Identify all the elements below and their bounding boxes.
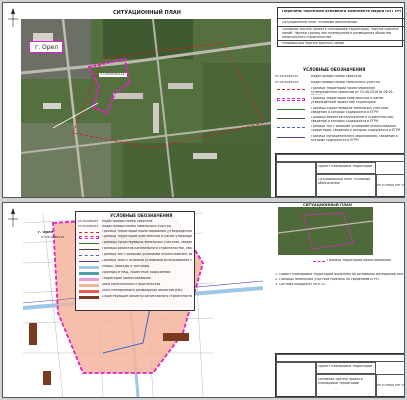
drawing-sheet-situational-plan: г. Орел 57:25:0030214: СИТУАЦИОННЫЙ ПЛАН… — [2, 2, 405, 198]
drawing-sheet-main-plan: 57:25:0030214 г. Орел УСЛОВНЫЕ ОБОЗНАЧЕН… — [2, 202, 405, 398]
legend-symbol — [277, 127, 305, 128]
legend-label: Зона капитального строительства — [102, 283, 161, 286]
sheet-title: СИТУАЦИОННЫЙ ПЛАН — [113, 10, 181, 16]
north-arrow-icon — [8, 8, 18, 27]
legend-label: Кадастровый номер земельного участка — [311, 81, 380, 84]
legend-symbol — [277, 98, 305, 101]
note: 1. Проект планировки территории выполнен… — [275, 273, 403, 276]
plot-number-label: 57:25:0030214: — [99, 73, 127, 77]
stamp-sheet-name: Основной чертеж проекта планировки терри… — [318, 378, 363, 385]
legend-label: Зона планируемого размещения объектов ИЖ… — [102, 289, 184, 292]
list-item: Ситуационный план. Условные обозначения — [282, 21, 357, 24]
legend-symbol — [79, 261, 99, 262]
title-block-stamp: Проект планировки территории Ситуационны… — [275, 153, 405, 197]
stamp-code: ПП ОЧ ЭМКИ ППТ ОЧ — [377, 384, 405, 387]
legend-label: Улицы, проезды и тротуары — [102, 265, 150, 268]
legend-label: Кадастровый номер квартала — [311, 75, 362, 78]
list-item: Основной чертеж проекта планировки терри… — [282, 28, 399, 39]
legend-label: Граница муниципального образования, свед… — [311, 135, 398, 142]
legend-title: УСЛОВНЫЕ ОБОЗНАЧЕНИЯ — [110, 213, 173, 218]
legend-symbol: 57:25:0030214 — [78, 220, 98, 223]
title-block-stamp: Проект планировки территории Основной че… — [275, 353, 405, 397]
plot-number-label: 57:25:0030214 — [41, 236, 65, 239]
note: 2. Границы земельных участков приняты по… — [275, 278, 380, 281]
drawing-list-table: Перечень чертежей основного комплекта ма… — [277, 7, 404, 47]
stamp-code: ПП ОЧ ЭМКИ ППТ ОЧ — [377, 184, 405, 187]
legend-label: Граница территории комплексной и ранее у… — [311, 97, 384, 104]
legend-symbol: 57:25:0030214 — [275, 75, 299, 78]
city-label: г. Орел — [35, 44, 59, 51]
legend-symbol — [277, 109, 305, 110]
legend-symbol — [79, 296, 99, 299]
legend-symbol — [79, 290, 99, 293]
stamp-project: Проект планировки территории — [318, 165, 373, 168]
legend-label: Кадастровый номер земельного участка — [102, 225, 171, 228]
legend-label: Границы объектов капитального строительс… — [311, 116, 394, 123]
legend-symbol — [313, 261, 325, 262]
legend: 57:25:0030214 Кадастровый номер квартала… — [275, 75, 403, 147]
legend-symbol: 57:25:0030214: — [275, 81, 300, 84]
legend: УСЛОВНЫЕ ОБОЗНАЧЕНИЯ 57:25:0030214 Кадас… — [75, 211, 195, 311]
note: 3. Система координат МСК-57. — [275, 283, 327, 286]
legend-label: Существующие объекты капитального строит… — [102, 295, 192, 298]
stamp-sheet-name: Ситуационный план. Условные обозначения — [318, 178, 371, 185]
legend-label: Граница территории проектирования (утвер… — [102, 230, 192, 233]
city-label-box: г. Орел — [29, 41, 63, 53]
legend-symbol — [277, 89, 305, 90]
legend-label: Граница зон с особыми условиями использо… — [102, 253, 192, 256]
legend-label: Границы существующих земельных участков,… — [102, 241, 192, 244]
legend-label: Границы существующих земельных участков,… — [311, 107, 389, 114]
stamp-project: Проект планировки территории — [318, 365, 373, 368]
legend-symbol — [277, 137, 305, 138]
legend-symbol — [79, 278, 99, 281]
legend-symbol — [79, 232, 99, 233]
north-arrow-icon — [8, 208, 18, 227]
inset-caption: Граница территории проектирования — [327, 259, 391, 262]
legend-symbol: 57:25:0030214: — [78, 225, 99, 228]
notes-block: 1. Проект планировки территории выполнен… — [275, 273, 403, 313]
legend-symbol — [79, 266, 99, 269]
legend-label: Территория проектирования — [102, 277, 151, 280]
legend-symbol — [79, 272, 99, 275]
legend-label: Границы объектов капитального строительс… — [102, 247, 192, 250]
legend-symbol — [79, 236, 99, 239]
list-item: Разбивочный чертеж красных линий — [282, 42, 345, 45]
legend-symbol — [277, 118, 305, 119]
legend-symbol — [79, 284, 99, 287]
legend-label: Граница зоны с особыми условиями использ… — [102, 259, 192, 262]
legend-label: Граница зон с особыми условиями использо… — [311, 125, 401, 132]
legend-label: Граница территории комплексной и ранее у… — [102, 235, 192, 238]
legend-symbol — [79, 249, 99, 250]
legend-label: Кадастровый номер квартала — [102, 220, 153, 223]
legend-title: УСЛОВНЫЕ ОБОЗНАЧЕНИЯ — [303, 67, 366, 72]
legend-label: Граница территории проектирования (утвер… — [311, 87, 394, 95]
legend-symbol — [79, 255, 99, 256]
legend-label: Проезды и МКД, проектные сооружения — [102, 271, 171, 274]
inset-title: СИТУАЦИОННЫЙ ПЛАН — [303, 203, 352, 207]
city-label: г. Орел — [38, 231, 54, 234]
drawing-list-title: Перечень чертежей основного комплекта ма… — [282, 10, 401, 13]
legend-symbol — [79, 243, 99, 244]
